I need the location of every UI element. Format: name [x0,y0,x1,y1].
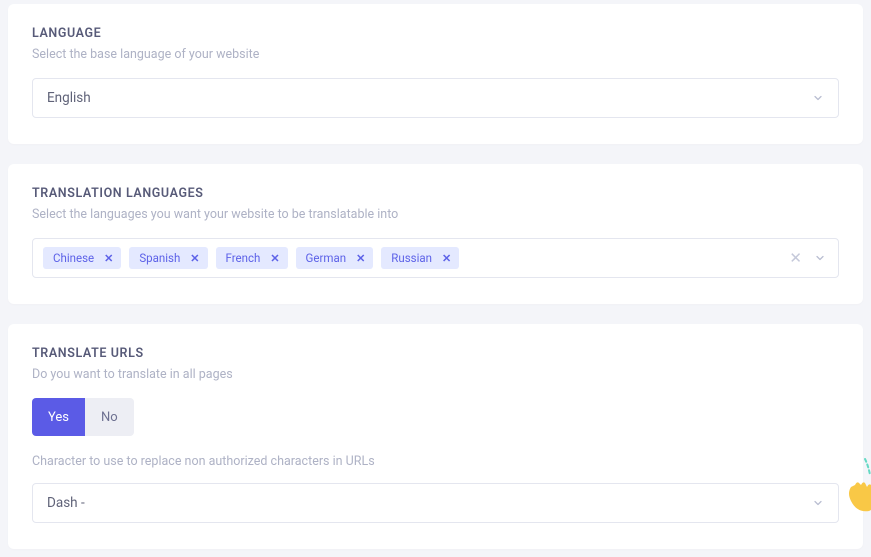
language-card: LANGUAGE Select the base language of you… [8,4,863,144]
language-select[interactable]: English [32,78,839,118]
translation-tags: Chinese ✕ Spanish ✕ French ✕ German ✕ Ru… [43,247,783,269]
language-select-value: English [47,90,91,106]
yes-button[interactable]: Yes [32,398,85,436]
translation-tag[interactable]: German ✕ [296,247,374,269]
translation-tag[interactable]: Spanish ✕ [129,247,207,269]
language-title: LANGUAGE [32,26,839,41]
replace-char-label: Character to use to replace non authoriz… [32,454,839,469]
multiselect-actions: ✕ [789,249,826,267]
translation-tag-label: French [226,251,261,265]
translation-card: TRANSLATION LANGUAGES Select the languag… [8,164,863,304]
urls-title: TRANSLATE URLS [32,346,839,361]
remove-tag-icon[interactable]: ✕ [438,252,455,265]
urls-card: TRANSLATE URLS Do you want to translate … [8,324,863,549]
translation-tag[interactable]: Russian ✕ [381,247,459,269]
translation-tag[interactable]: French ✕ [216,247,288,269]
remove-tag-icon[interactable]: ✕ [352,252,369,265]
no-button[interactable]: No [85,398,134,436]
chevron-down-icon [812,92,824,104]
translation-tag-label: Chinese [53,251,94,265]
chevron-down-icon [812,497,824,509]
replace-char-value: Dash - [47,495,85,511]
translation-title: TRANSLATION LANGUAGES [32,186,839,201]
replace-char-select[interactable]: Dash - [32,483,839,523]
translation-subtitle: Select the languages you want your websi… [32,207,839,222]
translation-tag-label: Spanish [139,251,180,265]
translation-tag[interactable]: Chinese ✕ [43,247,121,269]
translation-multiselect[interactable]: Chinese ✕ Spanish ✕ French ✕ German ✕ Ru… [32,238,839,278]
remove-tag-icon[interactable]: ✕ [186,252,203,265]
language-subtitle: Select the base language of your website [32,47,839,62]
translation-tag-label: German [306,251,347,265]
clear-all-icon[interactable]: ✕ [789,249,802,267]
urls-subtitle: Do you want to translate in all pages [32,367,839,382]
translation-tag-label: Russian [391,251,432,265]
remove-tag-icon[interactable]: ✕ [100,252,117,265]
remove-tag-icon[interactable]: ✕ [266,252,283,265]
translate-toggle: Yes No [32,398,839,436]
chevron-down-icon[interactable] [814,252,826,264]
